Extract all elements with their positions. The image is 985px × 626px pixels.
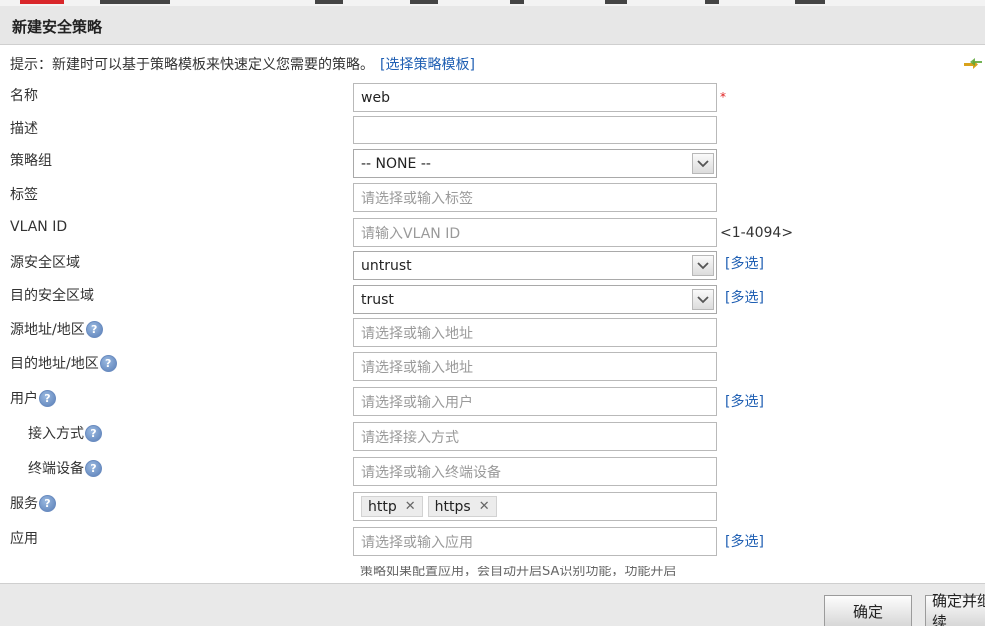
refresh-icon[interactable] <box>961 55 985 73</box>
help-icon[interactable]: ? <box>85 320 103 338</box>
banner-fragment <box>705 0 719 4</box>
src-address-input[interactable]: 请选择或输入地址 <box>353 318 717 347</box>
src-address-label: 源地址/地区? <box>10 319 103 339</box>
chevron-down-icon[interactable] <box>692 255 714 276</box>
name-label: 名称 <box>10 88 38 104</box>
terminal-device-label: 终端设备? <box>28 458 102 478</box>
terminal-device-input[interactable]: 请选择或输入终端设备 <box>353 457 717 486</box>
tag-input[interactable]: 请选择或输入标签 <box>353 183 717 212</box>
help-icon[interactable]: ? <box>99 354 117 372</box>
brand-logo-fragment <box>20 0 64 4</box>
access-mode-input[interactable]: 请选择接入方式 <box>353 422 717 451</box>
ok-button[interactable]: 确定 <box>824 595 912 626</box>
name-input[interactable]: web <box>353 83 717 112</box>
application-multiselect-link[interactable]: [多选] <box>725 531 764 551</box>
vlan-range-hint: <1-4094> <box>720 225 794 241</box>
help-icon[interactable]: ? <box>85 459 102 477</box>
service-tag-input[interactable]: http ✕ https ✕ <box>353 492 717 521</box>
service-tag: http ✕ <box>361 496 423 517</box>
policy-group-label: 策略组 <box>10 153 52 169</box>
description-label: 描述 <box>10 121 38 137</box>
src-zone-multiselect-link[interactable]: [多选] <box>725 253 764 273</box>
template-hint: 提示：新建时可以基于策略模板来快速定义您需要的策略。 [选择策略模板] <box>10 54 475 74</box>
dst-zone-select[interactable]: trust <box>353 285 717 314</box>
chevron-down-icon[interactable] <box>692 289 714 310</box>
user-label: 用户? <box>10 388 56 408</box>
select-template-link[interactable]: [选择策略模板] <box>380 57 475 73</box>
application-label: 应用 <box>10 531 38 547</box>
required-mark: * <box>720 90 726 104</box>
ok-continue-button[interactable]: 确定并继续 <box>925 592 985 626</box>
banner-fragment <box>510 0 524 4</box>
application-note: 策略如果配置应用，会自动开启SA识别功能，功能开启 <box>360 566 677 576</box>
chevron-down-icon[interactable] <box>692 153 714 174</box>
banner-fragment <box>100 0 170 4</box>
banner-fragment <box>315 0 343 4</box>
user-multiselect-link[interactable]: [多选] <box>725 391 764 411</box>
dialog-title: 新建安全策略 <box>12 18 103 36</box>
description-input[interactable] <box>353 116 717 144</box>
close-icon[interactable]: ✕ <box>479 499 490 514</box>
help-icon[interactable]: ? <box>39 494 56 512</box>
banner-fragment <box>795 0 825 4</box>
dst-address-input[interactable]: 请选择或输入地址 <box>353 352 717 381</box>
vlan-id-label: VLAN ID <box>10 219 68 235</box>
src-zone-label: 源安全区域 <box>10 255 80 271</box>
vlan-id-input[interactable]: 请输入VLAN ID <box>353 218 717 247</box>
application-input[interactable]: 请选择或输入应用 <box>353 527 717 556</box>
dst-zone-multiselect-link[interactable]: [多选] <box>725 287 764 307</box>
close-icon[interactable]: ✕ <box>405 499 416 514</box>
hint-text: 提示：新建时可以基于策略模板来快速定义您需要的策略。 <box>10 57 374 73</box>
dst-address-label: 目的地址/地区? <box>10 353 117 373</box>
dialog-footer: 确定 确定并继续 <box>0 583 985 626</box>
help-icon[interactable]: ? <box>39 389 56 407</box>
user-input[interactable]: 请选择或输入用户 <box>353 387 717 416</box>
dialog-title-bar: 新建安全策略 <box>0 6 985 45</box>
help-icon[interactable]: ? <box>85 424 102 442</box>
access-mode-label: 接入方式? <box>28 423 102 443</box>
service-label: 服务? <box>10 493 56 513</box>
banner-fragment <box>605 0 627 4</box>
dst-zone-label: 目的安全区域 <box>10 288 94 304</box>
policy-group-select[interactable]: -- NONE -- <box>353 149 717 178</box>
tag-label: 标签 <box>10 187 38 203</box>
service-tag: https ✕ <box>427 496 497 517</box>
banner-fragment <box>410 0 438 4</box>
src-zone-select[interactable]: untrust <box>353 251 717 280</box>
